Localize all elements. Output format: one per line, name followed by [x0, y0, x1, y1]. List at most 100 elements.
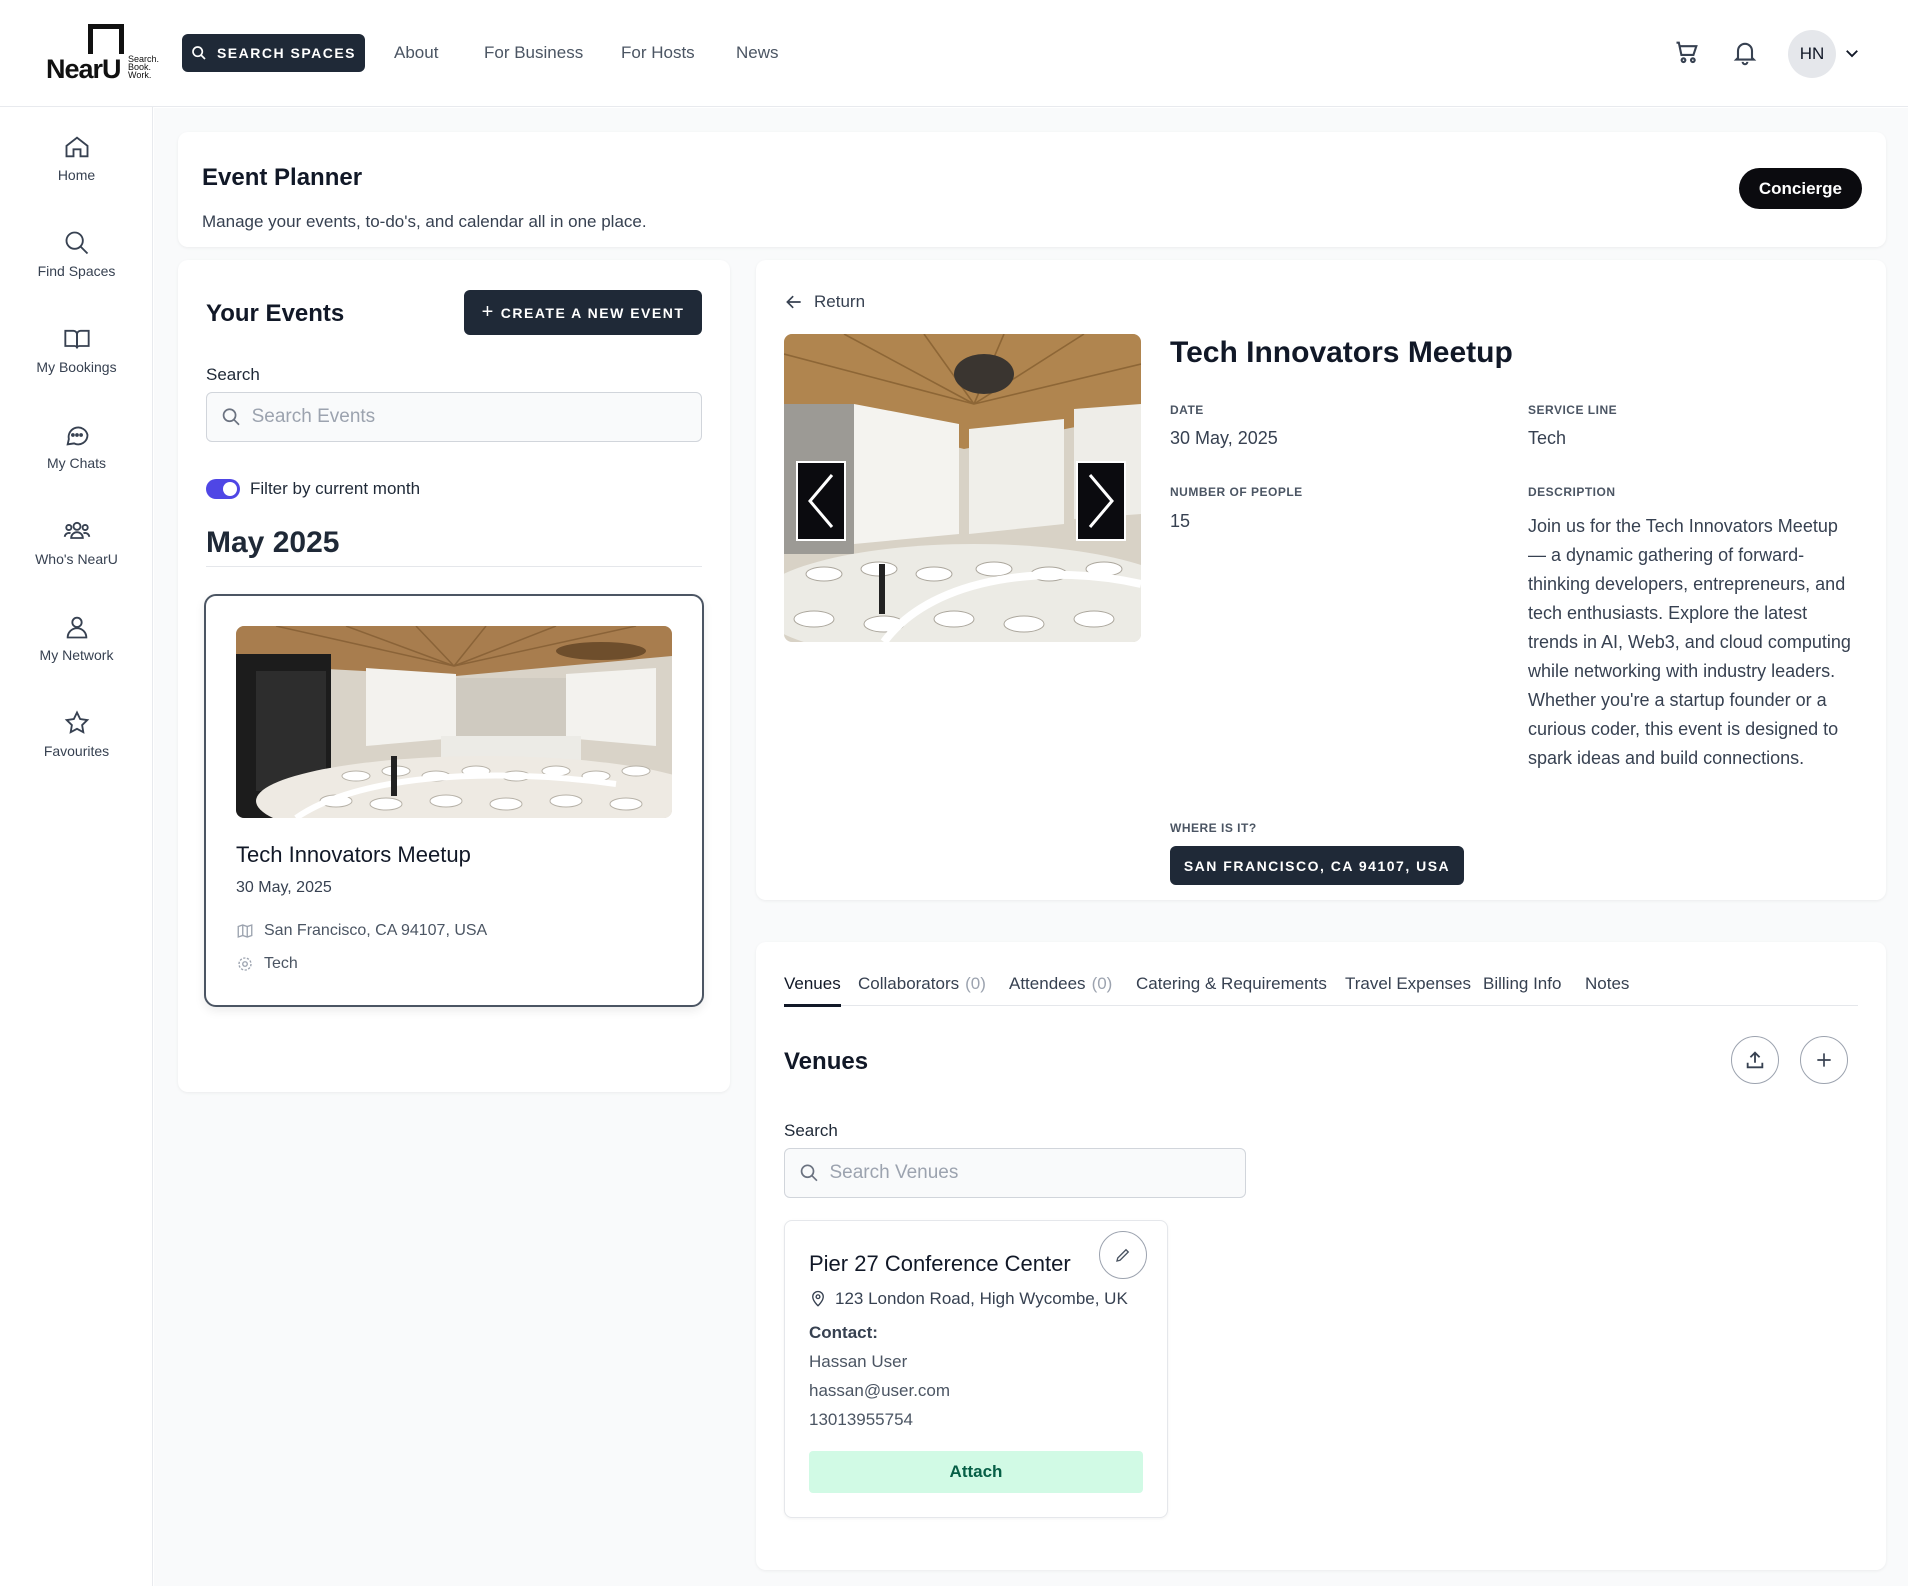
tab-catering[interactable]: Catering & Requirements: [1136, 974, 1327, 994]
tab-venues[interactable]: Venues: [784, 974, 841, 1007]
event-tabs: Venues Collaborators (0) Attendees (0) Cat…: [784, 970, 1858, 1007]
tab-notes[interactable]: Notes: [1585, 974, 1629, 994]
edit-venue-button[interactable]: [1099, 1231, 1147, 1279]
sidebar-item-my-chats[interactable]: My Chats: [0, 421, 153, 501]
sidebar-item-favourites[interactable]: Favourites: [0, 709, 153, 789]
return-link[interactable]: Return: [784, 292, 865, 312]
month-filter-toggle[interactable]: [206, 479, 240, 499]
nearu-logo[interactable]: NearU Search. Book. Work.: [46, 22, 166, 84]
page-subtitle: Manage your events, to-do's, and calenda…: [202, 212, 647, 231]
search-icon: [192, 46, 206, 60]
search-icon: [65, 231, 88, 255]
concierge-button[interactable]: Concierge: [1738, 168, 1862, 209]
people-icon: [63, 521, 90, 539]
event-gallery: [784, 334, 1141, 642]
sidebar-item-label: My Chats: [46, 455, 107, 471]
nav-news[interactable]: News: [736, 43, 779, 63]
page-title: Event Planner: [202, 164, 363, 191]
bell-icon[interactable]: [1731, 38, 1759, 66]
service-line-caption: SERVICE LINE: [1528, 403, 1618, 417]
logo-tagline: Search. Book. Work.: [128, 54, 160, 80]
contact-email: hassan@user.com: [809, 1381, 951, 1400]
sidebar-item-label: My Network: [39, 647, 114, 663]
tab-travel-expenses[interactable]: Travel Expenses: [1345, 974, 1471, 994]
attach-button[interactable]: Attach: [809, 1451, 1143, 1493]
tab-collaborators[interactable]: Collaborators (0): [858, 974, 986, 994]
gear-icon: [238, 957, 252, 971]
upload-icon: [1746, 1051, 1764, 1069]
search-icon: [800, 1164, 818, 1182]
nav-for-hosts[interactable]: For Hosts: [621, 43, 695, 63]
sidebar-item-whos-nearu[interactable]: Who's NearU: [0, 517, 153, 597]
people-value: 15: [1170, 511, 1191, 531]
search-venues-input[interactable]: [829, 1162, 1245, 1184]
sidebar-item-label: My Bookings: [36, 359, 117, 375]
tab-billing-info[interactable]: Billing Info: [1483, 974, 1561, 994]
month-filter-label: Filter by current month: [250, 479, 421, 498]
venue-address: 123 London Road, High Wycombe, UK: [809, 1289, 1128, 1309]
nav-about[interactable]: About: [394, 43, 438, 63]
chevron-down-icon[interactable]: [1843, 44, 1861, 62]
contact-name: Hassan User: [809, 1352, 908, 1371]
sidebar-item-find-spaces[interactable]: Find Spaces: [0, 229, 153, 309]
event-card-service-text: Tech: [264, 955, 298, 972]
gallery-prev-button[interactable]: [796, 461, 846, 541]
home-icon: [65, 136, 88, 158]
sidebar-item-label: Home: [57, 167, 96, 183]
create-event-button[interactable]: + CREATE A NEW EVENT: [464, 290, 702, 335]
arrow-left-icon: [786, 295, 801, 309]
search-venues-field[interactable]: [784, 1148, 1246, 1198]
upload-button[interactable]: [1731, 1036, 1779, 1084]
event-detail-panel: Return Tech Innovators Meetup DATE 30 Ma…: [756, 260, 1886, 900]
search-icon: [222, 408, 240, 426]
venue-search-label: Search: [784, 1121, 838, 1140]
people-caption: NUMBER OF PEOPLE: [1170, 485, 1303, 499]
events-panel: Your Events + CREATE A NEW EVENT Search …: [178, 260, 730, 1092]
sidebar-item-my-bookings[interactable]: My Bookings: [0, 325, 153, 405]
events-heading: Your Events: [206, 300, 345, 327]
top-bar: NearU Search. Book. Work. SEARCH SPACES …: [0, 0, 1908, 107]
plus-icon: +: [481, 301, 495, 323]
search-spaces-button[interactable]: SEARCH SPACES: [182, 34, 365, 72]
venue-address-text: 123 London Road, High Wycombe, UK: [835, 1289, 1128, 1308]
event-image: [236, 626, 672, 818]
sidebar-item-home[interactable]: Home: [0, 133, 153, 213]
planner-header-card: Event Planner Manage your events, to-do'…: [178, 132, 1886, 247]
cart-icon[interactable]: [1673, 38, 1701, 66]
star-icon: [64, 710, 89, 734]
add-venue-button[interactable]: [1800, 1036, 1848, 1084]
chevron-left-icon: [808, 474, 834, 528]
event-card-location-text: San Francisco, CA 94107, USA: [264, 922, 488, 939]
month-heading: May 2025: [206, 526, 340, 559]
event-card-date: 30 May, 2025: [236, 879, 332, 896]
event-date: 30 May, 2025: [1170, 428, 1278, 448]
gallery-next-button[interactable]: [1076, 461, 1126, 541]
search-events-field[interactable]: [206, 392, 702, 442]
event-description: Join us for the Tech Innovators Meetup —…: [1528, 516, 1851, 768]
event-card-location: San Francisco, CA 94107, USA: [236, 922, 487, 940]
sidebar-item-my-network[interactable]: My Network: [0, 613, 153, 693]
plus-icon: [1817, 1053, 1831, 1067]
where-caption: WHERE IS IT?: [1170, 821, 1257, 835]
main-area: Event Planner Manage your events, to-do'…: [154, 108, 1908, 1586]
sidebar: Home Find Spaces My Bookings My Chats Wh…: [0, 107, 153, 1586]
venues-heading: Venues: [784, 1048, 869, 1075]
event-card-service-line: Tech: [236, 955, 298, 973]
venue-name: Pier 27 Conference Center: [809, 1251, 1071, 1276]
tab-attendees[interactable]: Attendees (0): [1009, 974, 1112, 994]
create-event-label: CREATE A NEW EVENT: [500, 304, 685, 321]
event-card[interactable]: Tech Innovators Meetup 30 May, 2025 San …: [204, 594, 704, 1007]
search-spaces-label: SEARCH SPACES: [216, 45, 357, 61]
search-events-input[interactable]: [251, 406, 701, 428]
chevron-right-icon: [1088, 474, 1114, 528]
location-button[interactable]: SAN FRANCISCO, CA 94107, USA: [1170, 846, 1464, 885]
sidebar-item-label: Find Spaces: [37, 263, 116, 279]
nav-for-business[interactable]: For Business: [484, 43, 583, 63]
chat-icon: [65, 426, 88, 446]
avatar[interactable]: HN: [1788, 30, 1836, 78]
contact-phone: 13013955754: [809, 1410, 914, 1429]
search-label: Search: [206, 365, 260, 384]
contact-label: Contact:: [809, 1323, 878, 1342]
event-card-title: Tech Innovators Meetup: [236, 842, 471, 867]
sidebar-item-label: Favourites: [43, 743, 110, 759]
